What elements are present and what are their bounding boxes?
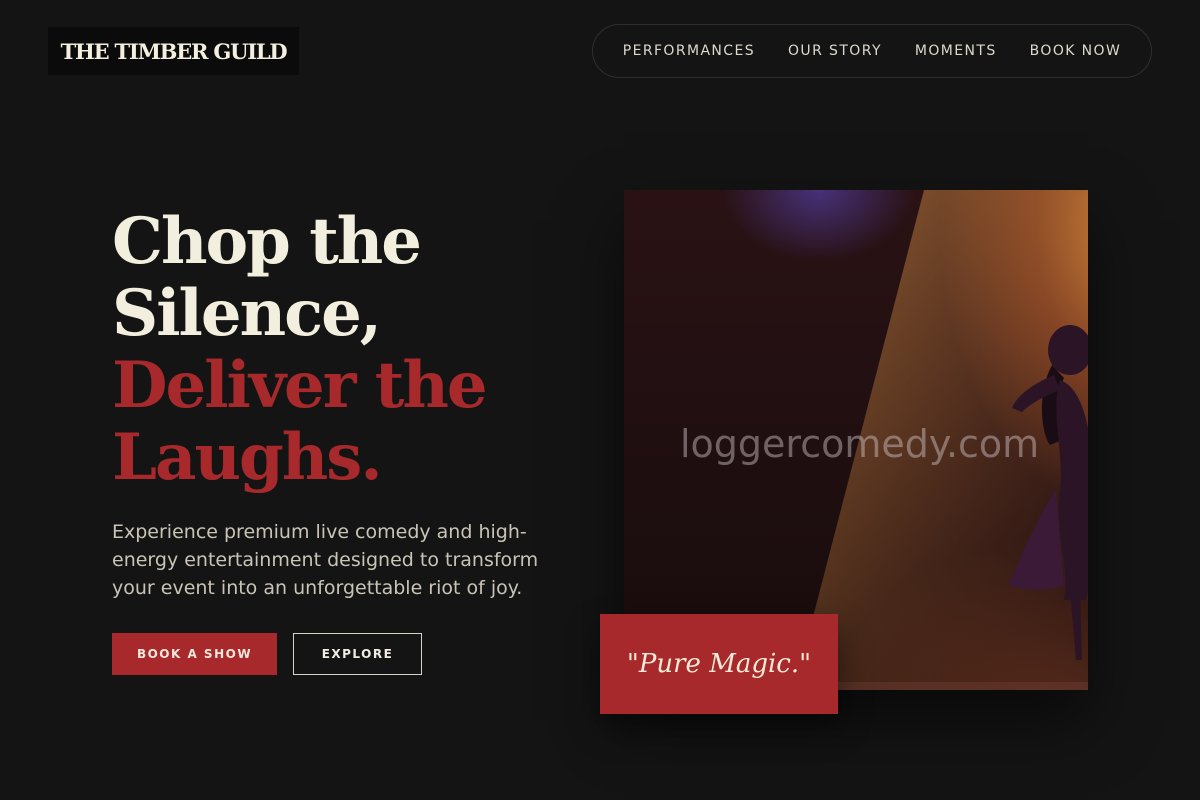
main-nav: PERFORMANCES OUR STORY MOMENTS BOOK NOW [592,24,1152,78]
hero-accent-line-1: Deliver the [112,348,488,423]
hero-title-line-1: Chop the [112,204,422,279]
hero-description: Experience premium live comedy and high-… [112,521,539,599]
nav-link-book-now[interactable]: BOOK NOW [1030,43,1122,59]
nav-link-performances[interactable]: PERFORMANCES [623,43,755,59]
brand-logo[interactable]: THE TIMBER GUILD [48,27,299,75]
nav-link-moments[interactable]: MOMENTS [915,43,997,59]
book-a-show-button[interactable]: BOOK A SHOW [112,633,277,675]
nav-link-our-story[interactable]: OUR STORY [788,43,882,59]
explore-button[interactable]: EXPLORE [293,633,422,675]
hero-title-line-2: Silence, [112,276,382,351]
hero-accent-line-2: Laughs. [112,420,383,495]
watermark-text: loggercomedy.com [680,422,1040,466]
quote-badge: "Pure Magic." [600,614,838,714]
hero-title: Chop the Silence, Deliver the Laughs. [112,204,488,495]
